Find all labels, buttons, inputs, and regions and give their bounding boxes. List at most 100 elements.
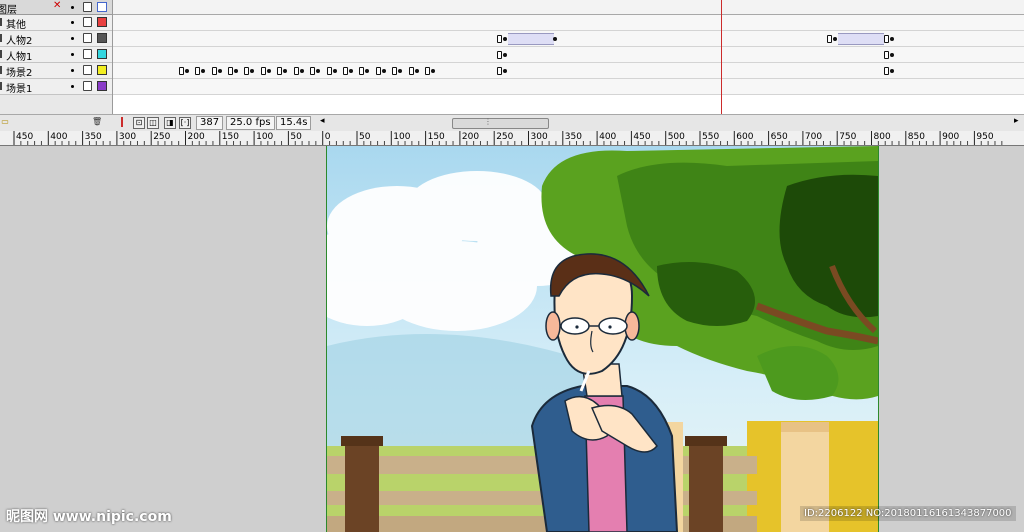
keyframe[interactable] (327, 67, 332, 75)
keyframe[interactable] (890, 53, 894, 57)
keyframe[interactable] (382, 69, 386, 73)
keyframe[interactable] (261, 67, 266, 75)
scroll-left-icon[interactable]: ◂ (320, 116, 325, 126)
frame-header[interactable] (113, 0, 1024, 15)
onion-skin-icon[interactable]: ◫ (147, 117, 159, 129)
timeline-statusbar: ▭ 🗑 ⊡ ◫ ◨ [·] 387 25.0 fps 15.4s ◂ ⋮ ▸ (0, 114, 1024, 132)
layer-color-swatch[interactable] (97, 65, 107, 75)
lock-icon[interactable] (83, 81, 92, 91)
keyframe[interactable] (553, 37, 557, 41)
keyframe[interactable] (316, 69, 320, 73)
keyframe[interactable] (212, 67, 217, 75)
folder-icon[interactable]: ▭ (0, 117, 10, 127)
layer-name: 其他 (6, 20, 26, 31)
keyframe[interactable] (415, 69, 419, 73)
lock-icon[interactable] (83, 2, 92, 12)
keyframe[interactable] (228, 67, 233, 75)
keyframe[interactable] (884, 51, 889, 59)
tween-span[interactable] (508, 33, 554, 45)
keyframe[interactable] (425, 67, 430, 75)
layer-row[interactable]: 人物2 (0, 31, 112, 47)
keyframe[interactable] (503, 37, 507, 41)
layer-color-swatch[interactable] (97, 17, 107, 27)
keyframe[interactable] (503, 69, 507, 73)
frames-grid[interactable] (113, 0, 1024, 114)
keyframe[interactable] (431, 69, 435, 73)
keyframe[interactable] (310, 67, 315, 75)
layer-name: 人物1 (6, 52, 33, 63)
keyframe[interactable] (890, 69, 894, 73)
keyframe[interactable] (349, 69, 353, 73)
ruler-tick-label: 550 (702, 132, 720, 142)
frame-row[interactable] (113, 79, 1024, 95)
keyframe[interactable] (300, 69, 304, 73)
keyframe[interactable] (827, 35, 832, 43)
layer-color-swatch[interactable] (97, 33, 107, 43)
keyframe[interactable] (185, 69, 189, 73)
visibility-dot-icon[interactable] (71, 69, 74, 72)
watermark-right: ID:2206122 NO:20180116161343877000 (800, 506, 1016, 521)
eye-icon[interactable]: ✕ (53, 0, 61, 11)
edit-multiple-frames-icon[interactable]: [·] (179, 117, 191, 129)
layer-row[interactable]: 场景1 (0, 79, 112, 95)
keyframe[interactable] (343, 67, 348, 75)
keyframe[interactable] (497, 67, 502, 75)
ruler-tick-label: 350 (84, 132, 102, 142)
keyframe[interactable] (218, 69, 222, 73)
outline-icon[interactable] (97, 2, 107, 12)
keyframe[interactable] (398, 69, 402, 73)
visibility-dot-icon[interactable] (71, 85, 74, 88)
center-frame-icon[interactable]: ⊡ (133, 117, 145, 129)
layer-color-swatch[interactable] (97, 49, 107, 59)
lock-icon[interactable] (83, 17, 92, 27)
current-frame-field[interactable]: 387 (196, 116, 224, 130)
trash-icon[interactable]: 🗑 (92, 117, 102, 127)
keyframe[interactable] (392, 67, 397, 75)
keyframe[interactable] (195, 67, 200, 75)
keyframe[interactable] (267, 69, 271, 73)
visibility-dot-icon[interactable] (71, 21, 74, 24)
frame-row[interactable] (113, 47, 1024, 63)
lock-icon[interactable] (83, 65, 92, 75)
keyframe[interactable] (376, 67, 381, 75)
keyframe[interactable] (250, 69, 254, 73)
keyframe[interactable] (884, 35, 889, 43)
lock-icon[interactable] (83, 33, 92, 43)
keyframe[interactable] (365, 69, 369, 73)
keyframe[interactable] (277, 67, 282, 75)
frame-row[interactable] (113, 63, 1024, 79)
tween-span[interactable] (838, 33, 884, 45)
scroll-right-icon[interactable]: ▸ (1014, 116, 1019, 126)
playhead[interactable] (721, 0, 722, 114)
keyframe[interactable] (201, 69, 205, 73)
visibility-dot-icon[interactable] (71, 53, 74, 56)
layer-row[interactable]: 场景2 (0, 63, 112, 79)
timeline-scrollbar-thumb[interactable] (452, 118, 549, 129)
keyframe[interactable] (409, 67, 414, 75)
layer-row[interactable]: 人物1 (0, 47, 112, 63)
visibility-dot-icon[interactable] (71, 6, 74, 9)
keyframe[interactable] (359, 67, 364, 75)
keyframe[interactable] (333, 69, 337, 73)
keyframe[interactable] (497, 35, 502, 43)
keyframe[interactable] (294, 67, 299, 75)
keyframe[interactable] (179, 67, 184, 75)
stage-canvas[interactable] (326, 146, 879, 532)
layer-header: 图层 ✕ (0, 0, 112, 16)
frame-rate-field[interactable]: 25.0 fps (226, 116, 275, 130)
frame-row[interactable] (113, 31, 1024, 47)
keyframe[interactable] (890, 37, 894, 41)
keyframe[interactable] (833, 37, 837, 41)
lock-icon[interactable] (83, 49, 92, 59)
keyframe[interactable] (244, 67, 249, 75)
keyframe[interactable] (283, 69, 287, 73)
keyframe[interactable] (503, 53, 507, 57)
layer-color-swatch[interactable] (97, 81, 107, 91)
frame-row[interactable] (113, 15, 1024, 31)
onion-outline-icon[interactable]: ◨ (164, 117, 176, 129)
keyframe[interactable] (884, 67, 889, 75)
visibility-dot-icon[interactable] (71, 37, 74, 40)
keyframe[interactable] (497, 51, 502, 59)
layer-row[interactable]: 其他 (0, 15, 112, 31)
keyframe[interactable] (234, 69, 238, 73)
